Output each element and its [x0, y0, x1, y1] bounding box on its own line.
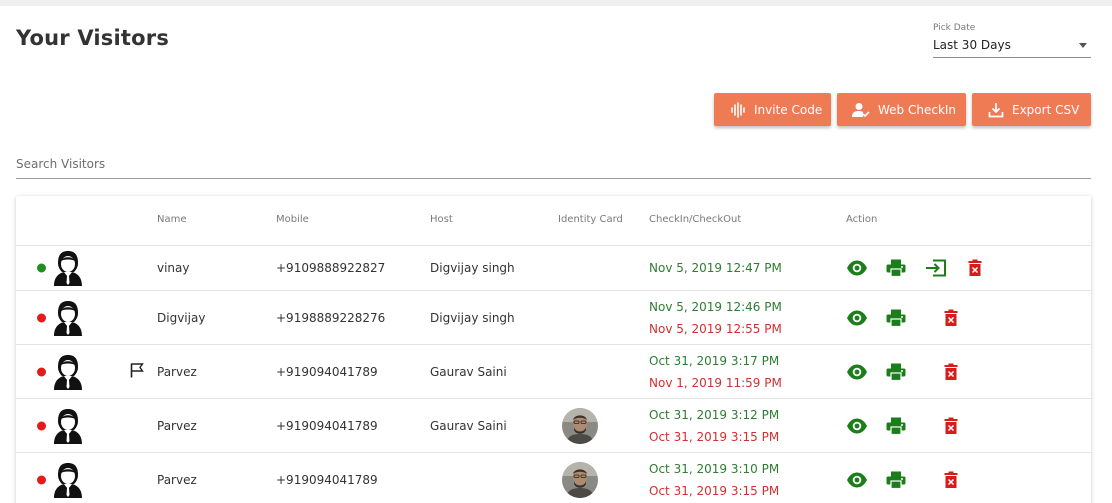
visitor-name: Parvez: [157, 418, 197, 433]
checkin-checkout: Oct 31, 2019 3:12 PM Oct 31, 2019 3:15 P…: [649, 404, 779, 448]
avatar-icon: [52, 462, 84, 498]
column-header-name: Name: [157, 214, 187, 225]
delete-icon[interactable]: [944, 471, 958, 489]
printer-icon[interactable]: [886, 259, 906, 277]
user-check-icon: [852, 102, 870, 118]
visitor-name: Parvez: [157, 473, 197, 487]
delete-icon[interactable]: [944, 309, 958, 326]
printer-icon[interactable]: [886, 471, 906, 489]
table-row[interactable]: Parvez +919094041789 Gaurav Saini Oct 31…: [16, 345, 1091, 399]
visitor-host: Gaurav Saini: [430, 418, 507, 433]
column-header-identity-card: Identity Card: [558, 214, 623, 225]
visitors-table: Name Mobile Host Identity Card CheckIn/C…: [16, 196, 1091, 503]
eye-icon[interactable]: [846, 418, 868, 434]
checkout-time: Nov 1, 2019 11:59 PM: [649, 375, 782, 390]
column-header-mobile: Mobile: [276, 214, 309, 225]
checkin-time: Oct 31, 2019 3:12 PM: [649, 407, 780, 422]
column-header-action: Action: [846, 214, 878, 225]
checkin-checkout: Nov 5, 2019 12:47 PM: [649, 257, 782, 279]
flag-icon[interactable]: [130, 362, 144, 381]
export-csv-button[interactable]: Export CSV: [972, 93, 1091, 126]
checkout-time: Oct 31, 2019 3:15 PM: [649, 429, 780, 444]
page-title: Your Visitors: [16, 26, 170, 50]
web-checkin-button[interactable]: Web CheckIn: [837, 93, 966, 126]
visitor-name: Parvez: [157, 364, 197, 379]
pick-date-value-wrap[interactable]: Last 30 Days: [933, 38, 1091, 58]
status-dot: [37, 367, 46, 376]
status-dot: [37, 263, 46, 273]
delete-icon[interactable]: [968, 259, 982, 277]
table-row[interactable]: Parvez +919094041789 Oct 31, 2019 3:10 P…: [16, 453, 1091, 503]
eye-icon[interactable]: [846, 310, 868, 326]
table-row[interactable]: Parvez +919094041789 Gaurav Saini Oct 31…: [16, 399, 1091, 453]
avatar-icon: [52, 300, 84, 336]
status-dot: [37, 475, 46, 485]
checkout-time: Nov 5, 2019 12:55 PM: [649, 321, 782, 336]
eye-icon[interactable]: [846, 260, 868, 276]
chevron-down-icon: [1079, 42, 1087, 48]
sign-in-icon[interactable]: [925, 259, 947, 277]
visitor-mobile: +9198889228276: [276, 310, 386, 325]
checkin-checkout: Oct 31, 2019 3:17 PM Nov 1, 2019 11:59 P…: [649, 350, 782, 394]
checkin-time: Nov 5, 2019 12:47 PM: [649, 261, 782, 275]
visitor-mobile: +919094041789: [276, 473, 378, 487]
visitor-host: Digvijay singh: [430, 261, 515, 275]
visitor-host: Gaurav Saini: [430, 364, 507, 379]
table-row[interactable]: vinay +9109888922827 Digvijay singh Nov …: [16, 246, 1091, 291]
audio-wave-icon: [730, 101, 746, 118]
printer-icon[interactable]: [886, 417, 906, 435]
avatar-icon: [52, 250, 84, 286]
pick-date-label: Pick Date: [933, 23, 976, 33]
action-buttons: Invite Code Web CheckIn Export CSV: [714, 93, 1091, 126]
pick-date-select[interactable]: Pick Date Last 30 Days: [933, 23, 1091, 58]
visitor-mobile: +9109888922827: [276, 261, 386, 275]
table-row[interactable]: Digvijay +9198889228276 Digvijay singh N…: [16, 291, 1091, 345]
checkin-time: Oct 31, 2019 3:17 PM: [649, 353, 780, 368]
avatar-icon: [52, 354, 84, 390]
page: Your Visitors Pick Date Last 30 Days Inv…: [0, 0, 1112, 503]
table-header: Name Mobile Host Identity Card CheckIn/C…: [16, 196, 1091, 246]
checkin-time: Nov 5, 2019 12:46 PM: [649, 299, 782, 314]
identity-card-photo[interactable]: [562, 462, 598, 498]
invite-code-button[interactable]: Invite Code: [714, 93, 831, 126]
status-dot: [37, 313, 46, 322]
eye-icon[interactable]: [846, 364, 868, 380]
visitor-name: vinay: [157, 261, 190, 275]
status-dot: [37, 421, 46, 430]
download-icon: [988, 102, 1004, 118]
eye-icon[interactable]: [846, 472, 868, 488]
export-csv-label: Export CSV: [1012, 102, 1080, 117]
delete-icon[interactable]: [944, 363, 958, 380]
invite-code-label: Invite Code: [754, 102, 823, 117]
identity-card-photo[interactable]: [562, 407, 598, 444]
visitor-mobile: +919094041789: [276, 418, 378, 433]
delete-icon[interactable]: [944, 417, 958, 434]
column-header-host: Host: [430, 214, 453, 225]
checkin-checkout: Nov 5, 2019 12:46 PM Nov 5, 2019 12:55 P…: [649, 296, 782, 340]
checkin-time: Oct 31, 2019 3:10 PM: [649, 462, 780, 476]
avatar-icon: [52, 408, 84, 444]
checkin-checkout: Oct 31, 2019 3:10 PM Oct 31, 2019 3:15 P…: [649, 458, 779, 502]
column-header-checkin-checkout: CheckIn/CheckOut: [649, 214, 742, 225]
checkout-time: Oct 31, 2019 3:15 PM: [649, 484, 780, 498]
search-input[interactable]: [16, 153, 1091, 179]
visitor-host: Digvijay singh: [430, 310, 515, 325]
printer-icon[interactable]: [886, 309, 906, 327]
visitor-mobile: +919094041789: [276, 364, 378, 379]
printer-icon[interactable]: [886, 363, 906, 381]
visitor-name: Digvijay: [157, 310, 206, 325]
pick-date-value: Last 30 Days: [933, 38, 1011, 52]
web-checkin-label: Web CheckIn: [878, 102, 957, 117]
